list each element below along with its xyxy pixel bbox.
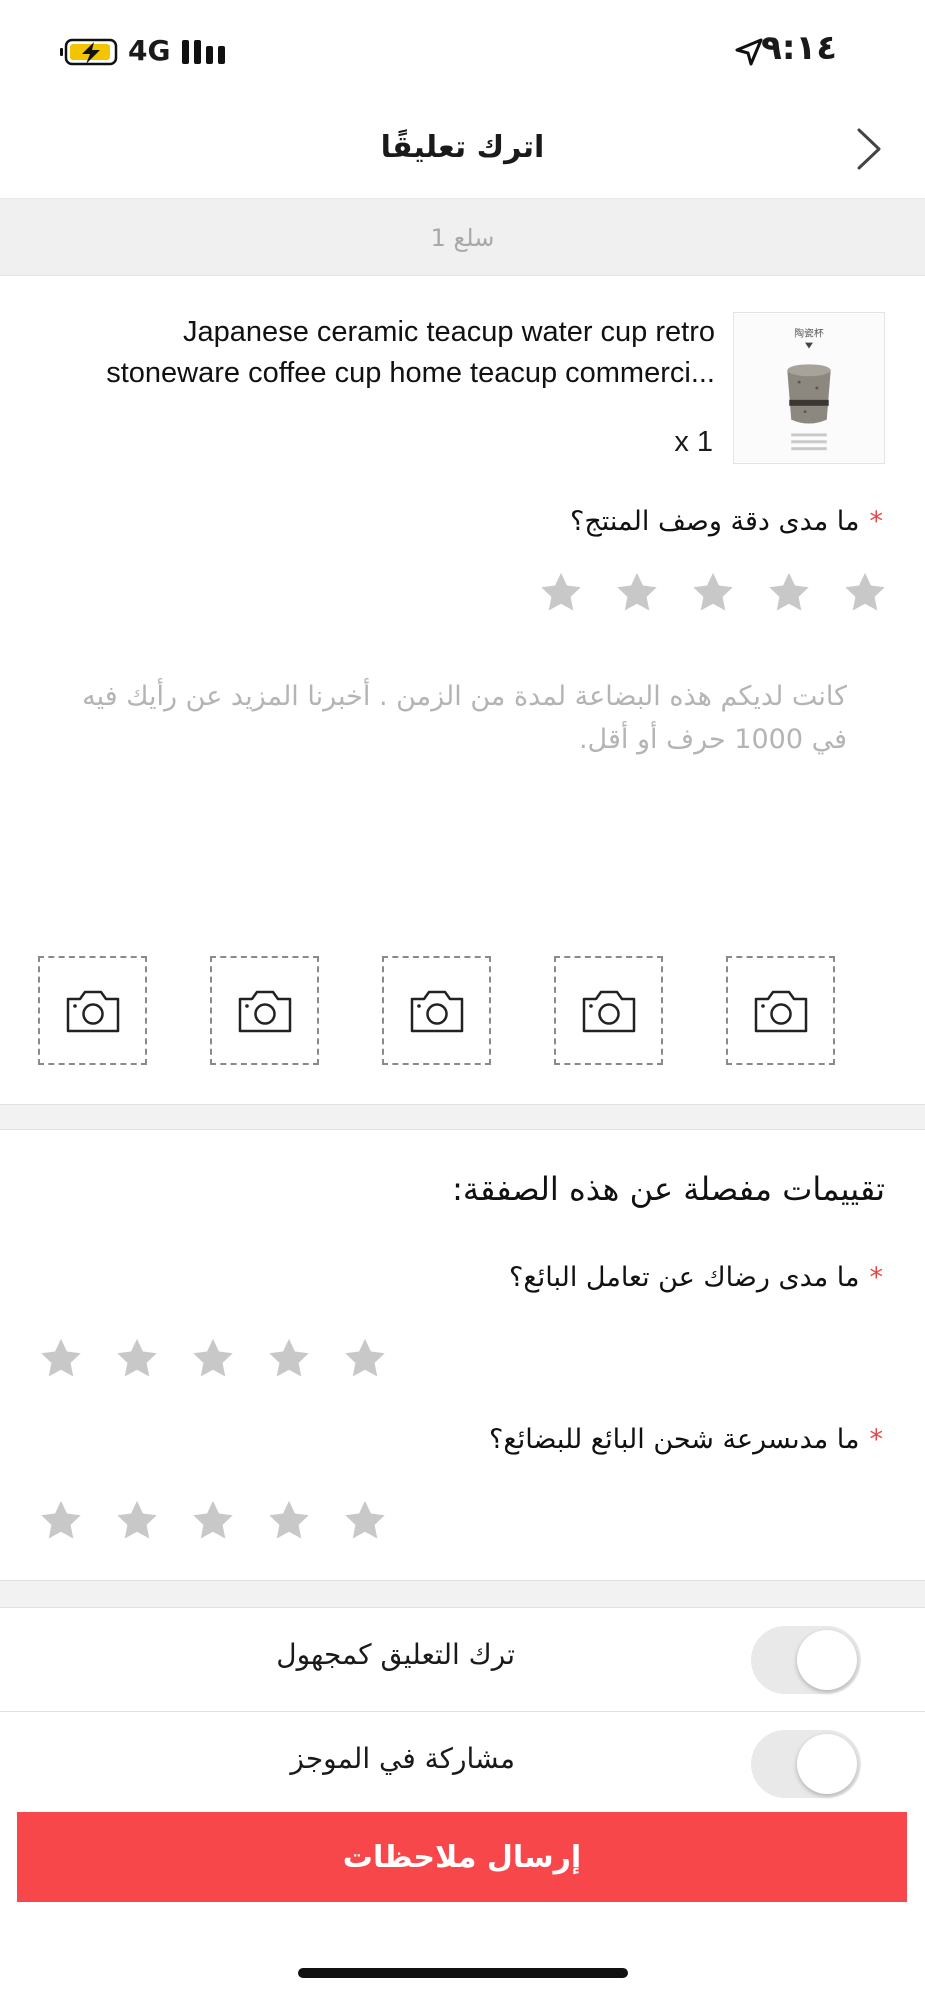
seller-question-label: ما مدى رضاك عن تعامل البائع؟ [509,1262,860,1293]
section-divider [0,1104,925,1130]
camera-icon [410,990,463,1032]
required-mark: * [869,1424,884,1455]
seller-rating[interactable] [38,1336,388,1382]
back-chevron-icon[interactable] [845,126,891,172]
item-count: 1 سلع [430,224,495,252]
location-arrow-icon [735,38,763,66]
item-count-band: 1 سلع [0,198,925,276]
page-title: اترك تعليقًا [380,130,545,165]
star-icon[interactable] [842,570,888,616]
star-icon[interactable] [690,570,736,616]
nav-bar: اترك تعليقًا [0,104,925,198]
star-icon[interactable] [114,1498,160,1544]
photo-upload-slot[interactable] [726,956,835,1065]
battery-charging-icon [60,38,118,66]
toggle-knob [797,1630,857,1690]
product-quantity: x 1 [674,426,713,458]
home-indicator [298,1968,628,1978]
submit-feedback-button[interactable]: إرسال ملاحظات [17,1812,907,1902]
star-icon[interactable] [38,1498,84,1544]
star-icon[interactable] [538,570,584,616]
review-textarea[interactable]: كانت لديكم هذه البضاعة لمدة من الزمن . أ… [44,675,847,761]
product-title: Japanese ceramic teacup water cup retro … [40,312,715,394]
star-icon[interactable] [614,570,660,616]
seller-question: * ما مدى رضاك عن تعامل البائع؟ [509,1262,883,1293]
camera-icon [66,990,119,1032]
anonymous-row: ترك التعليق كمجهول [0,1608,925,1712]
detailed-ratings-title: تقييمات مفصلة عن هذه الصفقة: [452,1170,885,1208]
camera-icon [582,990,635,1032]
photo-upload-slot[interactable] [210,956,319,1065]
star-icon[interactable] [766,570,812,616]
anonymous-toggle[interactable] [751,1626,861,1694]
shipping-question: * ما مدىسرعة شحن البائع للبضائع؟ [489,1424,883,1455]
photo-upload-slot[interactable] [38,956,147,1065]
accuracy-question-label: ما مدى دقة وصف المنتج؟ [570,506,860,537]
share-feed-toggle[interactable] [751,1730,861,1798]
star-icon[interactable] [266,1336,312,1382]
accuracy-rating[interactable] [538,570,888,616]
clock: ٩:١٤ [761,28,837,68]
anonymous-label: ترك التعليق كمجهول [276,1638,515,1671]
shipping-rating[interactable] [38,1498,388,1544]
star-icon[interactable] [342,1498,388,1544]
required-mark: * [869,506,884,537]
camera-icon [754,990,807,1032]
photo-upload-row [38,956,835,1065]
camera-icon [238,990,291,1032]
share-feed-label: مشاركة في الموجز [290,1742,515,1775]
star-icon[interactable] [114,1336,160,1382]
star-icon[interactable] [190,1498,236,1544]
required-mark: * [869,1262,884,1293]
star-icon[interactable] [266,1498,312,1544]
status-bar: 4G ٩:١٤ [0,0,925,104]
section-divider [0,1580,925,1608]
teacup-image: 陶瓷杯 [734,313,884,463]
shipping-question-label: ما مدىسرعة شحن البائع للبضائع؟ [489,1424,860,1455]
network-label: 4G [128,34,171,67]
accuracy-question: * ما مدى دقة وصف المنتج؟ [570,506,883,537]
signal-icon [182,40,225,64]
product-thumbnail: 陶瓷杯 [733,312,885,464]
star-icon[interactable] [190,1336,236,1382]
product-title-line2: stoneware coffee cup home teacup commerc… [106,357,715,389]
product-image-caption: 陶瓷杯 [794,327,824,340]
product-title-line1: Japanese ceramic teacup water cup retro [183,316,715,348]
photo-upload-slot[interactable] [554,956,663,1065]
star-icon[interactable] [342,1336,388,1382]
photo-upload-slot[interactable] [382,956,491,1065]
share-feed-row: مشاركة في الموجز [0,1712,925,1816]
star-icon[interactable] [38,1336,84,1382]
toggle-knob [797,1734,857,1794]
